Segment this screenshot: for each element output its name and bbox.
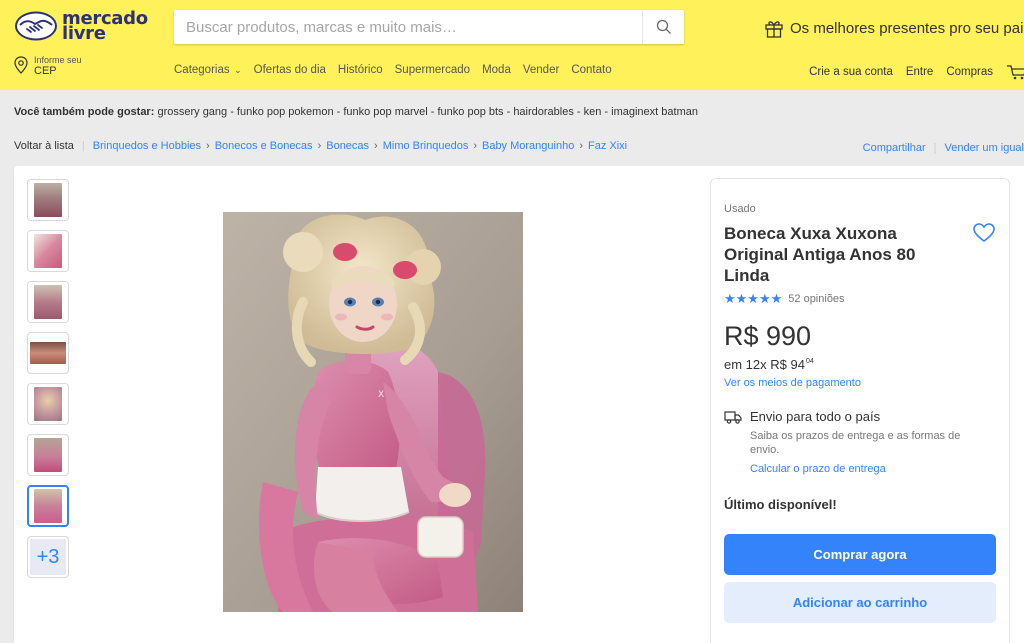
search-icon: [656, 19, 671, 34]
truck-icon: [724, 411, 742, 424]
chevron-down-icon: ⌄: [231, 65, 242, 75]
installments-cents: 04: [805, 358, 814, 365]
nav-contact[interactable]: Contato: [571, 64, 611, 76]
suggestions-label: Você também pode gostar:: [14, 106, 155, 118]
gallery-thumbnail[interactable]: [27, 383, 69, 425]
share-links: Compartilhar | Vender um igual: [863, 142, 1024, 154]
thumbnail-image: [30, 342, 66, 364]
chevron-right-icon: ›: [374, 140, 378, 152]
nav-sell[interactable]: Vender: [523, 64, 559, 76]
share-divider: |: [933, 142, 937, 154]
gallery-thumbnail[interactable]: [27, 332, 69, 374]
search-input[interactable]: [186, 10, 636, 44]
create-account-link[interactable]: Crie a sua conta: [809, 66, 893, 78]
review-count: 52 opiniões: [788, 293, 845, 305]
rating-summary[interactable]: ★★★★★ 52 opiniões: [724, 291, 845, 307]
suggestions-bar: Você também pode gostar: grossery gang -…: [14, 106, 698, 118]
gallery-thumbnail[interactable]: [27, 281, 69, 323]
cep-label: CEP: [34, 65, 57, 77]
breadcrumb-item[interactable]: Bonecas: [326, 140, 369, 152]
product-price: R$ 990: [724, 321, 812, 351]
nav-offers[interactable]: Ofertas do dia: [254, 64, 326, 76]
handshake-logo-icon: [15, 11, 57, 41]
breadcrumb-item[interactable]: Brinquedos e Hobbies: [93, 140, 201, 152]
svg-text:X: X: [378, 390, 384, 400]
nav-history[interactable]: Histórico: [338, 64, 383, 76]
thumbnail-image: [34, 285, 62, 319]
cep-label-small: Informe seu: [34, 55, 82, 65]
add-to-cart-button[interactable]: Adicionar ao carrinho: [724, 582, 996, 623]
breadcrumb-item[interactable]: Baby Moranguinho: [482, 140, 574, 152]
stock-status: Último disponível!: [724, 497, 837, 512]
calculate-shipping-link[interactable]: Calcular o prazo de entrega: [750, 463, 886, 475]
location-pin-icon: [14, 56, 28, 74]
back-to-list-link[interactable]: Voltar à lista: [14, 140, 74, 152]
main-nav: Categorias ⌄ Ofertas do dia Histórico Su…: [174, 64, 612, 76]
thumbnail-image: [34, 183, 62, 217]
buy-now-button[interactable]: Comprar agora: [724, 534, 996, 575]
sell-same-link[interactable]: Vender um igual: [945, 142, 1024, 154]
gift-icon: [765, 21, 783, 38]
breadcrumb-item[interactable]: Faz Xixi: [588, 140, 627, 152]
thumbnail-image: [34, 234, 62, 268]
breadcrumb-item[interactable]: Bonecos e Bonecas: [215, 140, 313, 152]
nav-fashion[interactable]: Moda: [482, 64, 511, 76]
breadcrumb-item[interactable]: Mimo Brinquedos: [383, 140, 469, 152]
search-button[interactable]: [642, 10, 684, 44]
promo-banner[interactable]: Os melhores presentes pro seu pai!: [764, 18, 1024, 38]
rating-stars: ★★★★★: [724, 291, 783, 306]
thumbnail-image: [34, 438, 62, 472]
main-product-image[interactable]: X: [223, 212, 523, 612]
cart-icon[interactable]: [1006, 64, 1024, 80]
chevron-right-icon: ›: [317, 140, 322, 152]
shipping-title: Envio para todo o país: [750, 409, 881, 424]
installments: em 12x R$ 94 04: [724, 357, 814, 372]
shipping-subtitle: Saiba os prazos de entrega e as formas d…: [750, 430, 961, 456]
promo-text: Os melhores presentes pro seu pai!: [790, 19, 1024, 37]
buy-box: Usado Boneca Xuxa Xuxona Original Antiga…: [710, 178, 1010, 643]
nav-supermarket[interactable]: Supermercado: [395, 64, 470, 76]
thumbnail-image: [34, 387, 62, 421]
login-link[interactable]: Entre: [906, 66, 934, 78]
gallery-thumbnail[interactable]: [27, 179, 69, 221]
cep-selector[interactable]: Informe seu CEP: [14, 55, 82, 77]
breadcrumb: Voltar à lista | Brinquedos e Hobbies › …: [14, 140, 627, 152]
logo-text: mercado livre: [62, 10, 148, 43]
search-bar: [174, 10, 684, 44]
thumbnail-image: [34, 489, 62, 523]
chevron-right-icon: ›: [579, 140, 583, 152]
gallery-thumbnail[interactable]: [27, 230, 69, 272]
item-condition: Usado: [724, 203, 756, 215]
nav-categories[interactable]: Categorias ⌄: [174, 64, 242, 76]
mercado-livre-logo[interactable]: mercado livre: [14, 10, 148, 43]
payment-methods-link[interactable]: Ver os meios de pagamento: [724, 377, 861, 389]
nav-categories-label: Categorias: [174, 64, 230, 76]
chevron-right-icon: ›: [206, 140, 210, 152]
purchases-link[interactable]: Compras: [946, 66, 993, 78]
account-nav: Crie a sua conta Entre Compras: [809, 64, 1024, 80]
chevron-right-icon: ›: [473, 140, 477, 152]
shipping-info: Envio para todo o país: [724, 409, 880, 424]
gallery-thumbnail[interactable]: [27, 434, 69, 476]
installments-amount: em 12x R$ 94: [724, 357, 805, 372]
gallery-thumbnail-active[interactable]: [27, 485, 69, 527]
suggestions-items[interactable]: grossery gang - funko pop pokemon - funk…: [157, 106, 698, 118]
doll-photo: X: [223, 212, 523, 612]
header: mercado livre Os melhores presentes pro …: [0, 0, 1024, 90]
breadcrumb-divider: |: [81, 140, 85, 152]
heart-icon[interactable]: [973, 223, 995, 243]
more-photos-button[interactable]: +3: [27, 536, 69, 578]
share-link[interactable]: Compartilhar: [863, 142, 926, 154]
product-card: +3 X Usado Boneca Xuxa Xuxona Original A…: [14, 166, 1024, 643]
more-photos-count: +3: [30, 539, 66, 575]
product-title: Boneca Xuxa Xuxona Original Antiga Anos …: [724, 224, 916, 285]
